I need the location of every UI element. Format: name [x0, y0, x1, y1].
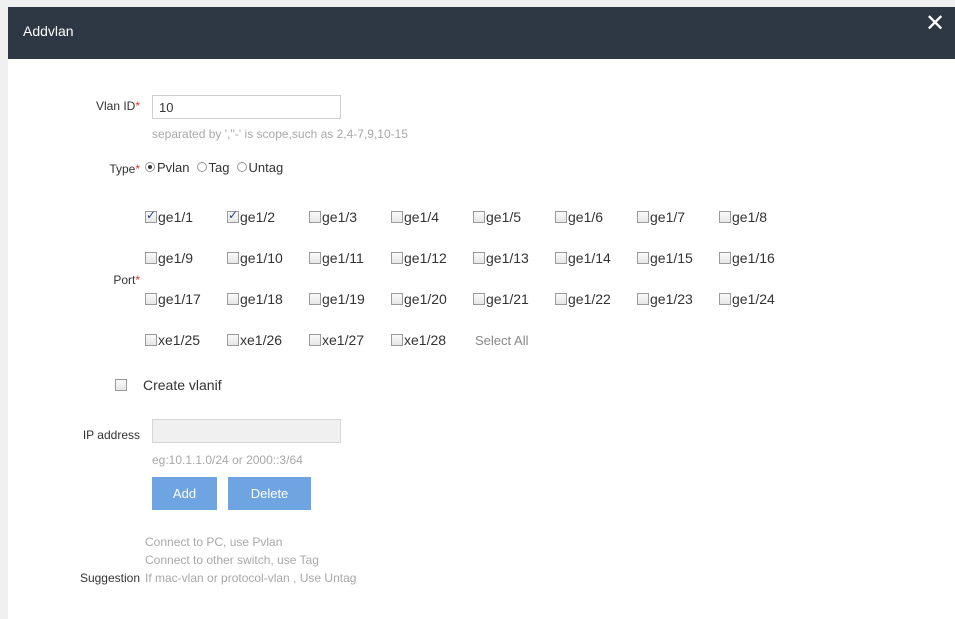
port-ge1-10[interactable]: ge1/10	[227, 249, 309, 267]
type-label: Type*	[109, 162, 140, 176]
select-all-link[interactable]: Select All	[475, 331, 528, 349]
port-ge1-4[interactable]: ge1/4	[391, 208, 473, 226]
checkbox-icon[interactable]	[115, 379, 127, 391]
close-icon[interactable]: ✕	[924, 12, 946, 36]
port-xe1-26[interactable]: xe1/26	[227, 331, 309, 349]
port-ge1-2[interactable]: ge1/2	[227, 208, 309, 226]
checkbox-icon[interactable]	[391, 293, 403, 305]
port-ge1-11[interactable]: ge1/11	[309, 249, 391, 267]
port-ge1-17[interactable]: ge1/17	[145, 290, 227, 308]
suggestion-label: Suggestion	[79, 571, 140, 585]
port-row: ge1/9 ge1/10 ge1/11 ge1/12 ge1/13 ge1/14…	[145, 249, 845, 290]
checkbox-icon[interactable]	[309, 293, 321, 305]
port-label: Port*	[113, 273, 140, 287]
ip-address-input[interactable]	[152, 419, 341, 443]
type-option-pvlan[interactable]: Pvlan	[145, 160, 190, 175]
checkbox-icon[interactable]	[309, 211, 321, 223]
port-ge1-1[interactable]: ge1/1	[145, 208, 227, 226]
vlan-id-hint: separated by ',''-' is scope,such as 2,4…	[152, 127, 408, 141]
checkbox-icon[interactable]	[391, 211, 403, 223]
type-option-untag[interactable]: Untag	[236, 160, 283, 175]
checkbox-icon[interactable]	[145, 334, 157, 346]
checkbox-icon[interactable]	[555, 211, 567, 223]
port-row: xe1/25 xe1/26 xe1/27 xe1/28 Select All	[145, 331, 845, 372]
port-ge1-18[interactable]: ge1/18	[227, 290, 309, 308]
type-radio-group: Pvlan Tag Untag	[145, 158, 290, 176]
port-xe1-27[interactable]: xe1/27	[309, 331, 391, 349]
radio-unselected-icon[interactable]	[236, 162, 247, 172]
port-ge1-16[interactable]: ge1/16	[719, 249, 801, 267]
vlan-id-label: Vlan ID*	[95, 99, 140, 113]
port-ge1-20[interactable]: ge1/20	[391, 290, 473, 308]
suggestion-line: Connect to PC, use Pvlan	[145, 535, 283, 549]
port-ge1-21[interactable]: ge1/21	[473, 290, 555, 308]
port-ge1-8[interactable]: ge1/8	[719, 208, 801, 226]
vlan-id-input[interactable]	[152, 95, 341, 119]
port-row: ge1/1 ge1/2 ge1/3 ge1/4 ge1/5 ge1/6 ge1/…	[145, 208, 845, 249]
ip-address-hint: eg:10.1.1.0/24 or 2000::3/64	[152, 453, 303, 467]
add-button[interactable]: Add	[152, 477, 217, 510]
radio-selected-icon[interactable]	[145, 162, 155, 172]
dialog-title: Addvlan	[23, 23, 74, 39]
checkbox-icon[interactable]	[719, 211, 731, 223]
type-option-tag[interactable]: Tag	[196, 160, 230, 175]
checkbox-icon[interactable]	[719, 293, 731, 305]
checkbox-icon[interactable]	[473, 211, 485, 223]
port-ge1-13[interactable]: ge1/13	[473, 249, 555, 267]
radio-unselected-icon[interactable]	[196, 162, 207, 172]
delete-button[interactable]: Delete	[228, 477, 311, 510]
port-ge1-22[interactable]: ge1/22	[555, 290, 637, 308]
port-ge1-7[interactable]: ge1/7	[637, 208, 719, 226]
checkbox-icon[interactable]	[227, 252, 239, 264]
checkbox-icon[interactable]	[309, 334, 321, 346]
checkbox-icon[interactable]	[555, 252, 567, 264]
port-ge1-15[interactable]: ge1/15	[637, 249, 719, 267]
checkbox-icon[interactable]	[391, 252, 403, 264]
port-ge1-19[interactable]: ge1/19	[309, 290, 391, 308]
checkbox-icon[interactable]	[719, 252, 731, 264]
checkbox-icon[interactable]	[391, 334, 403, 346]
checkbox-checked-icon[interactable]	[227, 208, 239, 223]
port-ge1-6[interactable]: ge1/6	[555, 208, 637, 226]
port-ge1-9[interactable]: ge1/9	[145, 249, 227, 267]
port-row: ge1/17 ge1/18 ge1/19 ge1/20 ge1/21 ge1/2…	[145, 290, 845, 331]
checkbox-icon[interactable]	[309, 252, 321, 264]
port-xe1-28[interactable]: xe1/28	[391, 331, 473, 349]
port-ge1-12[interactable]: ge1/12	[391, 249, 473, 267]
port-ge1-23[interactable]: ge1/23	[637, 290, 719, 308]
create-vlanif-option[interactable]: Create vlanif	[115, 377, 222, 393]
checkbox-icon[interactable]	[145, 293, 157, 305]
port-ge1-3[interactable]: ge1/3	[309, 208, 391, 226]
suggestion-text: Connect to PC, use Pvlan Connect to othe…	[145, 533, 356, 587]
checkbox-icon[interactable]	[637, 211, 649, 223]
create-vlanif-label: Create vlanif	[143, 377, 222, 393]
port-ge1-14[interactable]: ge1/14	[555, 249, 637, 267]
port-grid: ge1/1 ge1/2 ge1/3 ge1/4 ge1/5 ge1/6 ge1/…	[145, 208, 845, 372]
checkbox-icon[interactable]	[227, 293, 239, 305]
port-xe1-25[interactable]: xe1/25	[145, 331, 227, 349]
port-ge1-24[interactable]: ge1/24	[719, 290, 801, 308]
checkbox-checked-icon[interactable]	[145, 208, 157, 223]
port-ge1-5[interactable]: ge1/5	[473, 208, 555, 226]
suggestion-line: If mac-vlan or protocol-vlan , Use Untag	[145, 571, 357, 585]
checkbox-icon[interactable]	[145, 252, 157, 264]
checkbox-icon[interactable]	[637, 293, 649, 305]
checkbox-icon[interactable]	[555, 293, 567, 305]
dialog-titlebar: Addvlan	[8, 7, 955, 59]
checkbox-icon[interactable]	[637, 252, 649, 264]
checkbox-icon[interactable]	[473, 252, 485, 264]
checkbox-icon[interactable]	[227, 334, 239, 346]
checkbox-icon[interactable]	[473, 293, 485, 305]
suggestion-line: Connect to other switch, use Tag	[145, 553, 319, 567]
ip-address-label: IP address	[82, 428, 140, 442]
